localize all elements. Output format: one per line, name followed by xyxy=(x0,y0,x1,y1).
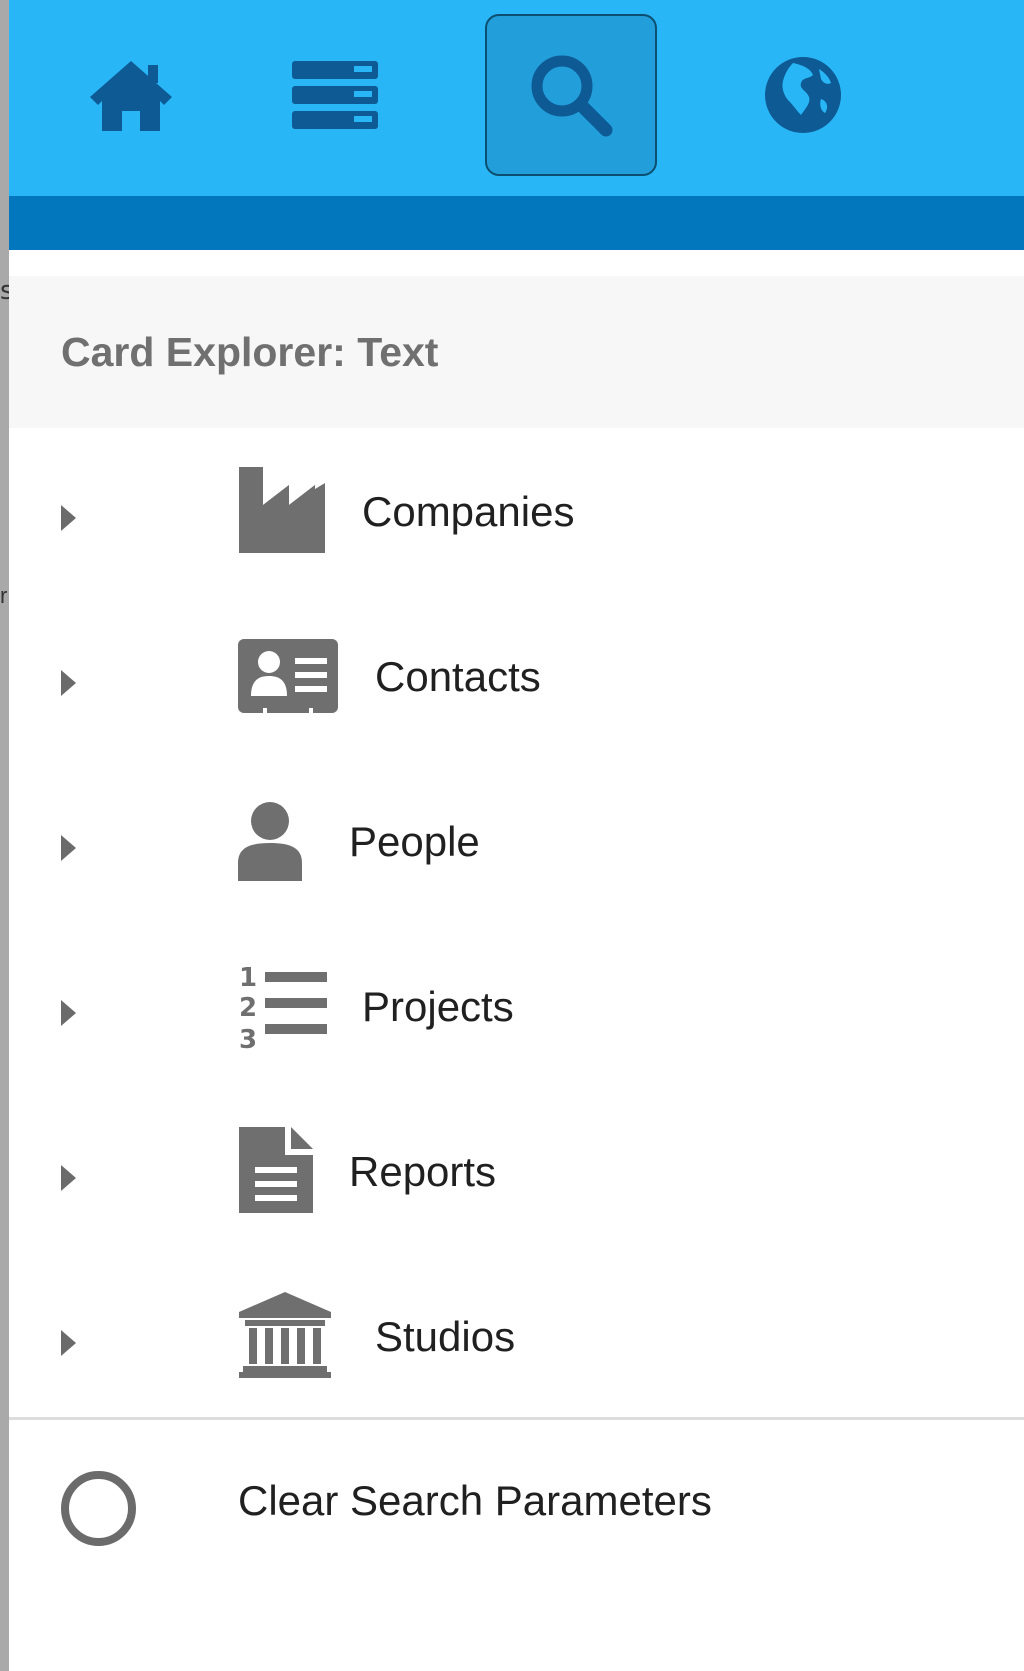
list-item-label: Reports xyxy=(349,1148,497,1195)
server-icon xyxy=(292,61,378,129)
app-page: s r Card Explorer: Text Companies Contac… xyxy=(0,0,1024,1671)
factory-icon xyxy=(239,467,325,553)
person-icon xyxy=(238,802,302,881)
list-item-label: Projects xyxy=(362,983,514,1030)
list-item-label: Studios xyxy=(375,1313,516,1360)
home-button[interactable] xyxy=(45,14,217,176)
expand-arrow-icon[interactable] xyxy=(61,1330,76,1356)
list-item-reports[interactable]: Reports xyxy=(9,1093,1024,1258)
list-item-label: People xyxy=(349,818,480,865)
numbered-list-icon: 1 2 3 xyxy=(239,963,327,1052)
svg-text:3: 3 xyxy=(239,1025,257,1052)
globe-button[interactable] xyxy=(717,14,889,176)
list-item-people[interactable]: People xyxy=(9,763,1024,928)
divider xyxy=(9,1417,1024,1420)
clipped-text-fragment: r xyxy=(0,583,8,608)
expand-arrow-icon[interactable] xyxy=(61,1000,76,1026)
side-panel: Card Explorer: Text Companies Contacts P… xyxy=(9,0,1024,1671)
search-button[interactable] xyxy=(485,14,657,176)
list-item-contacts[interactable]: Contacts xyxy=(9,598,1024,763)
top-toolbar xyxy=(9,0,1024,196)
globe-icon xyxy=(765,57,841,133)
svg-text:2: 2 xyxy=(239,993,257,1023)
list-item-label: Companies xyxy=(362,488,575,535)
document-icon xyxy=(239,1127,313,1213)
expand-arrow-icon[interactable] xyxy=(61,505,76,531)
clear-search-button[interactable]: Clear Search Parameters xyxy=(9,1422,1024,1594)
list-item-companies[interactable]: Companies xyxy=(9,433,1024,598)
explorer-header: Card Explorer: Text xyxy=(9,276,1024,428)
server-button[interactable] xyxy=(249,14,421,176)
home-icon xyxy=(90,61,172,131)
list-item-projects[interactable]: 1 2 3 Projects xyxy=(9,928,1024,1093)
search-icon xyxy=(531,55,613,137)
toolbar-accent-bar xyxy=(9,196,1024,250)
list-item-studios[interactable]: Studios xyxy=(9,1258,1024,1423)
expand-arrow-icon[interactable] xyxy=(61,670,76,696)
svg-text:1: 1 xyxy=(239,963,257,993)
page-title: Card Explorer: Text xyxy=(61,329,439,375)
radio-circle-icon[interactable] xyxy=(61,1471,136,1546)
institution-icon xyxy=(239,1292,331,1378)
list-item-label: Contacts xyxy=(375,653,541,700)
background-window-edge: s r xyxy=(0,0,14,1671)
expand-arrow-icon[interactable] xyxy=(61,1165,76,1191)
expand-arrow-icon[interactable] xyxy=(61,835,76,861)
clear-search-label: Clear Search Parameters xyxy=(238,1477,712,1524)
contact-card-icon xyxy=(238,639,338,716)
